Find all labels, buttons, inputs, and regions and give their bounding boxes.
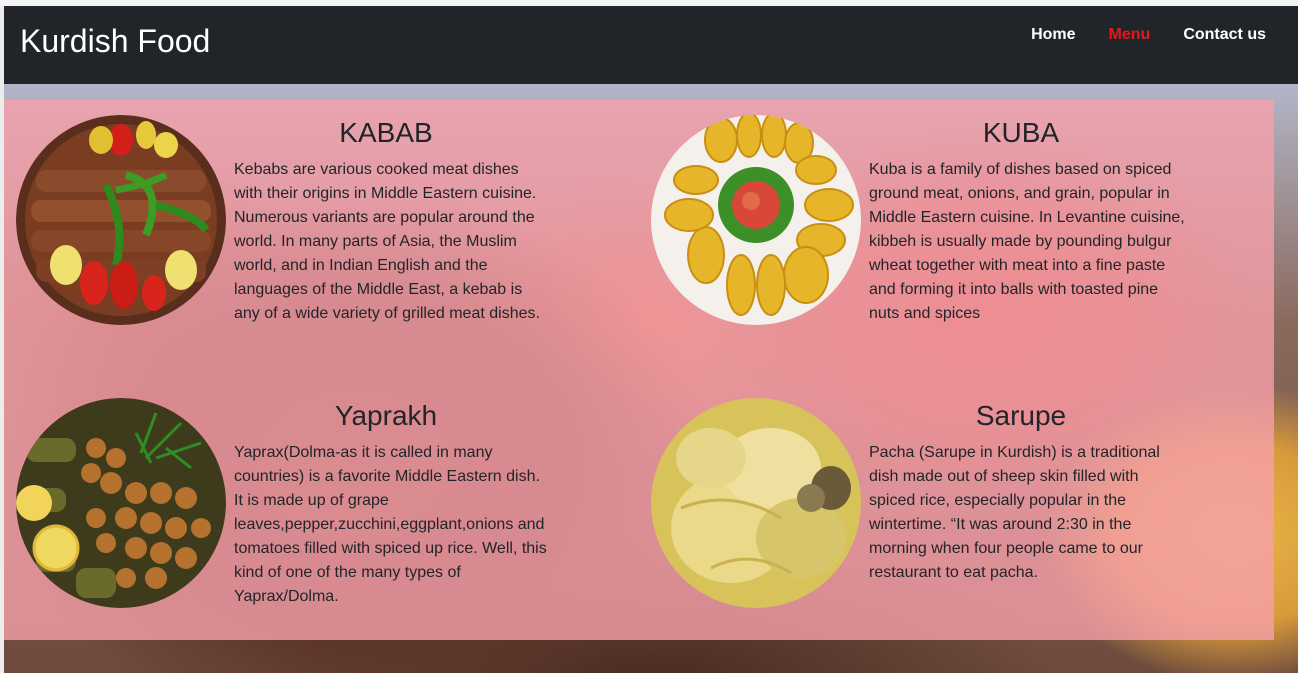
nav-contact-link[interactable]: Contact us — [1183, 24, 1266, 46]
dish-card-yaprakh: Yaprakh Yaprax(Dolma-as it is called in … — [4, 383, 564, 613]
nav-links: Home Menu Contact us — [1031, 24, 1266, 46]
dish-title: KABAB — [339, 117, 433, 148]
dish-title: Sarupe — [975, 400, 1067, 431]
navbar: Kurdish Food Home Menu Contact us — [4, 6, 1298, 84]
nav-home-link[interactable]: Home — [1031, 24, 1075, 46]
dish-card-sarupe: Sarupe Pacha (Sarupe in Kurdish) is a tr… — [639, 383, 1199, 613]
dish-card-kabab: KABAB Kebabs are various cooked meat dis… — [4, 100, 564, 330]
sarupe-photo — [651, 398, 861, 608]
kabab-photo — [16, 115, 226, 325]
dish-title: KUBA — [982, 117, 1060, 148]
dish-description: Kuba is a family of dishes based on spic… — [869, 161, 1185, 322]
dish-card-kuba: KUBA Kuba is a family of dishes based on… — [639, 100, 1199, 330]
kuba-photo — [651, 115, 861, 325]
dish-description: Kebabs are various cooked meat dishes wi… — [234, 161, 540, 322]
dish-description: Yaprax(Dolma-as it is called in many cou… — [234, 444, 547, 605]
nav-menu-link[interactable]: Menu — [1109, 24, 1151, 46]
dish-description: Pacha (Sarupe in Kurdish) is a tradition… — [869, 444, 1160, 581]
dish-title: Yaprakh — [334, 400, 438, 431]
brand-title[interactable]: Kurdish Food — [20, 22, 210, 60]
menu-panel: KABAB Kebabs are various cooked meat dis… — [4, 100, 1274, 640]
yaprakh-photo — [16, 398, 226, 608]
